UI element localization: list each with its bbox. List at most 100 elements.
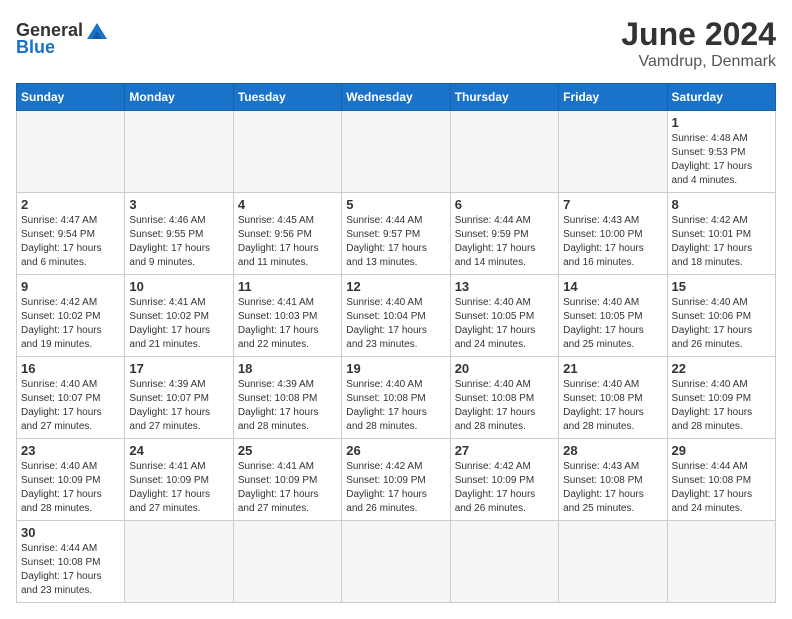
weekday-header-cell: Thursday (450, 84, 558, 111)
calendar-day-cell: 20Sunrise: 4:40 AMSunset: 10:08 PMDaylig… (450, 357, 558, 439)
calendar-day-cell: 13Sunrise: 4:40 AMSunset: 10:05 PMDaylig… (450, 275, 558, 357)
calendar-week-row: 9 Sunrise: 4:42 AMSunset: 10:02 PMDayligh… (17, 275, 776, 357)
logo-container: General Blue (16, 20, 107, 58)
calendar-day-cell (450, 521, 558, 603)
day-number: 10 (129, 279, 228, 294)
day-number: 8 (672, 197, 771, 212)
calendar-week-row: 30 Sunrise: 4:44 AMSunset: 10:08 PMDaylig… (17, 521, 776, 603)
calendar-day-cell: 14 Sunrise: 4:40 AMSunset: 10:05 PMDaylig… (559, 275, 667, 357)
calendar-day-cell: 16 Sunrise: 4:40 AMSunset: 10:07 PMDaylig… (17, 357, 125, 439)
calendar-day-cell: 3 Sunrise: 4:46 AMSunset: 9:55 PMDaylight… (125, 193, 233, 275)
month-year-title: June 2024 (621, 16, 776, 53)
day-number: 17 (129, 361, 228, 376)
calendar-header: SundayMondayTuesdayWednesdayThursdayFrid… (17, 84, 776, 111)
calendar-day-cell: 7Sunrise: 4:43 AMSunset: 10:00 PMDayligh… (559, 193, 667, 275)
calendar-day-cell: 17 Sunrise: 4:39 AMSunset: 10:07 PMDaylig… (125, 357, 233, 439)
calendar-day-cell: 5Sunrise: 4:44 AMSunset: 9:57 PMDaylight… (342, 193, 450, 275)
day-info: Sunrise: 4:41 AMSunset: 10:03 PMDaylight… (238, 296, 337, 352)
day-info: Sunrise: 4:44 AMSunset: 10:08 PMDaylight… (672, 460, 771, 516)
day-number: 9 (21, 279, 120, 294)
calendar-day-cell: 25Sunrise: 4:41 AMSunset: 10:09 PMDaylig… (233, 439, 341, 521)
calendar-day-cell: 21 Sunrise: 4:40 AMSunset: 10:08 PMDaylig… (559, 357, 667, 439)
weekday-header-cell: Saturday (667, 84, 775, 111)
day-info: Sunrise: 4:40 AMSunset: 10:08 PMDaylight… (455, 378, 554, 434)
day-number: 1 (672, 115, 771, 130)
day-info: Sunrise: 4:39 AMSunset: 10:08 PMDaylight… (238, 378, 337, 434)
day-info: Sunrise: 4:47 AMSunset: 9:54 PMDaylight:… (21, 214, 120, 270)
calendar-day-cell (233, 521, 341, 603)
day-info: Sunrise: 4:42 AMSunset: 10:09 PMDaylight… (455, 460, 554, 516)
day-number: 7 (563, 197, 662, 212)
calendar-day-cell: 29Sunrise: 4:44 AMSunset: 10:08 PMDaylig… (667, 439, 775, 521)
day-info: Sunrise: 4:40 AMSunset: 10:05 PMDaylight… (563, 296, 662, 352)
calendar-table: SundayMondayTuesdayWednesdayThursdayFrid… (16, 83, 776, 603)
day-info: Sunrise: 4:40 AMSunset: 10:09 PMDaylight… (672, 378, 771, 434)
weekday-header-cell: Sunday (17, 84, 125, 111)
day-info: Sunrise: 4:44 AMSunset: 10:08 PMDaylight… (21, 542, 120, 598)
calendar-day-cell (233, 111, 341, 193)
day-number: 28 (563, 443, 662, 458)
calendar-day-cell (125, 111, 233, 193)
calendar-day-cell: 23 Sunrise: 4:40 AMSunset: 10:09 PMDaylig… (17, 439, 125, 521)
day-number: 12 (346, 279, 445, 294)
calendar-day-cell: 12 Sunrise: 4:40 AMSunset: 10:04 PMDaylig… (342, 275, 450, 357)
calendar-day-cell: 2 Sunrise: 4:47 AMSunset: 9:54 PMDaylight… (17, 193, 125, 275)
calendar-week-row: 16 Sunrise: 4:40 AMSunset: 10:07 PMDaylig… (17, 357, 776, 439)
day-info: Sunrise: 4:42 AMSunset: 10:02 PMDaylight… (21, 296, 120, 352)
calendar-day-cell: 6Sunrise: 4:44 AMSunset: 9:59 PMDaylight… (450, 193, 558, 275)
logo-blue-text: Blue (16, 37, 55, 58)
day-number: 18 (238, 361, 337, 376)
day-number: 15 (672, 279, 771, 294)
calendar-day-cell (559, 521, 667, 603)
day-number: 19 (346, 361, 445, 376)
day-number: 6 (455, 197, 554, 212)
calendar-week-row: 1 Sunrise: 4:48 AMSunset: 9:53 PMDaylight… (17, 111, 776, 193)
calendar-day-cell: 26Sunrise: 4:42 AMSunset: 10:09 PMDaylig… (342, 439, 450, 521)
logo-triangle-icon (87, 23, 107, 39)
weekday-header-cell: Wednesday (342, 84, 450, 111)
calendar-day-cell (559, 111, 667, 193)
day-number: 4 (238, 197, 337, 212)
day-info: Sunrise: 4:41 AMSunset: 10:09 PMDaylight… (238, 460, 337, 516)
calendar-day-cell: 22 Sunrise: 4:40 AMSunset: 10:09 PMDaylig… (667, 357, 775, 439)
day-info: Sunrise: 4:42 AMSunset: 10:01 PMDaylight… (672, 214, 771, 270)
header: General Blue June 2024 Vamdrup, Denmark (16, 16, 776, 71)
day-info: Sunrise: 4:40 AMSunset: 10:04 PMDaylight… (346, 296, 445, 352)
day-number: 21 (563, 361, 662, 376)
calendar-day-cell: 4 Sunrise: 4:45 AMSunset: 9:56 PMDaylight… (233, 193, 341, 275)
day-info: Sunrise: 4:45 AMSunset: 9:56 PMDaylight:… (238, 214, 337, 270)
day-number: 16 (21, 361, 120, 376)
day-info: Sunrise: 4:48 AMSunset: 9:53 PMDaylight:… (672, 132, 771, 188)
calendar-day-cell (17, 111, 125, 193)
day-number: 11 (238, 279, 337, 294)
day-info: Sunrise: 4:40 AMSunset: 10:06 PMDaylight… (672, 296, 771, 352)
calendar-day-cell (125, 521, 233, 603)
logo: General Blue (16, 20, 107, 58)
day-number: 30 (21, 525, 120, 540)
day-number: 14 (563, 279, 662, 294)
day-info: Sunrise: 4:39 AMSunset: 10:07 PMDaylight… (129, 378, 228, 434)
day-number: 23 (21, 443, 120, 458)
calendar-day-cell: 15 Sunrise: 4:40 AMSunset: 10:06 PMDaylig… (667, 275, 775, 357)
day-number: 27 (455, 443, 554, 458)
day-number: 13 (455, 279, 554, 294)
day-number: 24 (129, 443, 228, 458)
calendar-day-cell: 18 Sunrise: 4:39 AMSunset: 10:08 PMDaylig… (233, 357, 341, 439)
day-info: Sunrise: 4:40 AMSunset: 10:09 PMDaylight… (21, 460, 120, 516)
weekday-header-row: SundayMondayTuesdayWednesdayThursdayFrid… (17, 84, 776, 111)
location-subtitle: Vamdrup, Denmark (621, 53, 776, 71)
day-info: Sunrise: 4:41 AMSunset: 10:09 PMDaylight… (129, 460, 228, 516)
calendar-day-cell: 19Sunrise: 4:40 AMSunset: 10:08 PMDaylig… (342, 357, 450, 439)
day-number: 2 (21, 197, 120, 212)
calendar-day-cell: 11 Sunrise: 4:41 AMSunset: 10:03 PMDaylig… (233, 275, 341, 357)
day-info: Sunrise: 4:42 AMSunset: 10:09 PMDaylight… (346, 460, 445, 516)
calendar-body: 1 Sunrise: 4:48 AMSunset: 9:53 PMDaylight… (17, 111, 776, 603)
day-info: Sunrise: 4:46 AMSunset: 9:55 PMDaylight:… (129, 214, 228, 270)
weekday-header-cell: Friday (559, 84, 667, 111)
day-info: Sunrise: 4:40 AMSunset: 10:07 PMDaylight… (21, 378, 120, 434)
title-area: June 2024 Vamdrup, Denmark (621, 16, 776, 71)
day-number: 5 (346, 197, 445, 212)
day-number: 22 (672, 361, 771, 376)
day-number: 3 (129, 197, 228, 212)
day-info: Sunrise: 4:40 AMSunset: 10:08 PMDaylight… (563, 378, 662, 434)
